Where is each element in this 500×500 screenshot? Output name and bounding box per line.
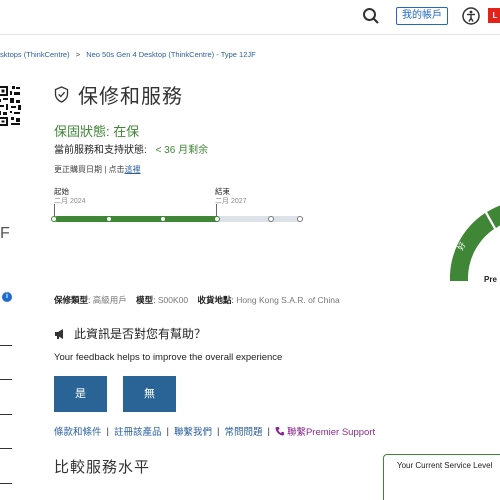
faq-link[interactable]: 常問問題 (224, 424, 262, 438)
warranty-details: 保修類型: 高級用戶 模型: S00K00 收貨地點: Hong Kong S.… (54, 295, 340, 305)
link-separator: | (267, 425, 270, 437)
service-level-label: Your Current Service Level (397, 461, 493, 470)
sidebar-divider (0, 345, 12, 346)
update-purchase-text: 更正購買日期 | 点击 (54, 165, 125, 174)
timeline-start-date: 二月 2024 (54, 198, 86, 205)
sidebar-divider (0, 414, 12, 415)
warranty-type-value: 高級用戶 (92, 295, 127, 305)
register-product-link[interactable]: 註冊該產品 (114, 424, 162, 438)
search-icon[interactable] (362, 7, 380, 25)
sidebar-divider (0, 379, 12, 380)
model-value: S00K00 (157, 295, 189, 305)
timeline-marker (160, 216, 166, 222)
contact-us-link[interactable]: 聯繫我們 (174, 424, 212, 438)
sidebar-letter: F (0, 225, 10, 242)
warranty-status: 保固狀態: 在保 (54, 121, 139, 140)
service-level-panel[interactable]: Your Current Service Level (383, 454, 500, 500)
no-button[interactable]: 無 (123, 376, 176, 412)
terms-link[interactable]: 條款和條件 (54, 424, 102, 438)
feedback-subtitle: Your feedback helps to improve the overa… (54, 352, 283, 363)
timeline-progress (54, 216, 218, 222)
qr-code (0, 84, 24, 128)
shield-check-icon (54, 86, 69, 103)
sidebar-divider (0, 448, 12, 449)
link-separator: | (106, 425, 109, 437)
brand-logo[interactable]: L (488, 8, 500, 23)
yes-button[interactable]: 是 (54, 376, 107, 412)
update-purchase-date: 更正購買日期 | 点击這裡 (54, 164, 141, 175)
gauge-label: Pre (484, 275, 497, 284)
phone-icon (275, 427, 284, 436)
feedback-question-row: 此資訊是否對您有幫助？ (54, 325, 206, 342)
current-service-status: 當前服務和支持狀態: < 36 月剩余 (54, 141, 208, 156)
timeline-marker (106, 216, 112, 222)
breadcrumb-item-product[interactable]: Neo 50s Gen 4 Desktop (ThinkCentre) - Ty… (86, 50, 256, 59)
ship-location-label: 收貨地點 (197, 295, 232, 305)
breadcrumb: sktops (ThinkCentre) > Neo 50s Gen 4 Des… (0, 50, 256, 59)
page-title-row: 保修和服務 (54, 80, 183, 109)
current-service-label: 當前服務和支持狀態: (54, 145, 147, 156)
accessibility-icon[interactable] (462, 7, 480, 25)
warranty-type-label: 保修類型 (54, 295, 89, 305)
page-title: 保修和服務 (78, 86, 183, 108)
my-account-button[interactable]: 我的帳戶 (396, 7, 448, 25)
megaphone-icon (55, 328, 63, 339)
timeline-marker (214, 216, 220, 222)
info-icon[interactable]: i (2, 292, 12, 302)
model-label: 模型 (136, 295, 154, 305)
compare-service-title: 比較服務水平 (54, 459, 151, 476)
timeline-end-date: 二月 2027 (215, 198, 247, 205)
premier-support-label: 聯繫Premier Support (286, 427, 376, 438)
footer-links: 條款和條件 | 註冊該產品 | 聯繫我們 | 常問問題 | 聯繫Premier Supp… (54, 424, 375, 439)
timeline-marker (268, 216, 274, 222)
breadcrumb-item-category[interactable]: sktops (ThinkCentre) (0, 50, 70, 59)
link-separator: | (216, 425, 220, 437)
premier-support-link[interactable]: 聯繫Premier Support (275, 424, 375, 438)
feedback-question: 此資訊是否對您有幫助？ (74, 327, 207, 341)
timeline-marker (51, 216, 57, 222)
timeline-marker (297, 216, 303, 222)
breadcrumb-separator: > (75, 50, 81, 59)
warranty-status-value: 在保 (113, 124, 140, 139)
link-separator: | (166, 425, 169, 437)
remaining-months: < 36 月剩余 (155, 145, 209, 156)
warranty-status-label: 保固狀態: (54, 124, 110, 139)
update-purchase-link[interactable]: 這裡 (125, 165, 141, 174)
sidebar-divider (0, 483, 12, 484)
top-header: 我的帳戶 L (0, 0, 500, 35)
ship-location-value: Hong Kong S.A.R. of China (236, 295, 340, 305)
